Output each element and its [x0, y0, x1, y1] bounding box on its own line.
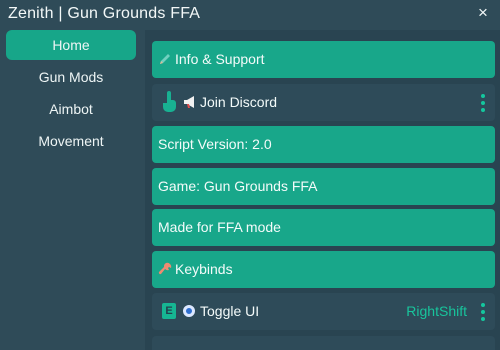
info-support-label: Info & Support [175, 51, 265, 67]
megaphone-icon [184, 96, 194, 108]
keybinds-label: Keybinds [175, 261, 233, 277]
e-key-icon: E [162, 303, 176, 319]
sidebar-item-movement[interactable]: Movement [6, 126, 136, 156]
sidebar-item-label: Movement [38, 133, 104, 149]
window-title: Zenith | Gun Grounds FFA [8, 5, 201, 22]
sidebar-item-gun-mods[interactable]: Gun Mods [6, 62, 136, 92]
kebab-menu-icon[interactable] [481, 303, 485, 321]
kebab-menu-icon[interactable] [481, 94, 485, 112]
keybind-value[interactable]: RightShift [406, 293, 467, 330]
keybinds-section[interactable]: Keybinds [152, 251, 495, 288]
title-bar: Zenith | Gun Grounds FFA × [0, 0, 500, 30]
pencil-icon [160, 54, 170, 64]
next-item-partial[interactable] [152, 336, 495, 350]
wrench-icon [158, 262, 172, 275]
toggle-ui-label: Toggle UI [200, 303, 260, 319]
sidebar: Home Gun Mods Aimbot Movement [0, 30, 142, 350]
join-discord-label: Join Discord [200, 94, 278, 110]
made-for-label: Made for FFA mode [152, 209, 495, 246]
sidebar-item-home[interactable]: Home [6, 30, 136, 60]
main-panel: Info & Support Join Discord Script Versi… [145, 30, 500, 350]
toggle-dot-icon [183, 305, 195, 317]
game-label: Game: Gun Grounds FFA [152, 168, 495, 205]
sidebar-item-label: Gun Mods [38, 69, 104, 85]
toggle-ui-keybind[interactable]: E Toggle UI RightShift [152, 293, 495, 330]
sidebar-item-aimbot[interactable]: Aimbot [6, 94, 136, 124]
close-button[interactable]: × [474, 4, 492, 22]
join-discord-button[interactable]: Join Discord [152, 84, 495, 121]
script-version-label: Script Version: 2.0 [152, 126, 495, 163]
sidebar-item-label: Home [52, 37, 90, 53]
sidebar-item-label: Aimbot [49, 101, 93, 117]
info-support-section[interactable]: Info & Support [152, 41, 495, 78]
hand-pointer-icon [163, 91, 176, 112]
